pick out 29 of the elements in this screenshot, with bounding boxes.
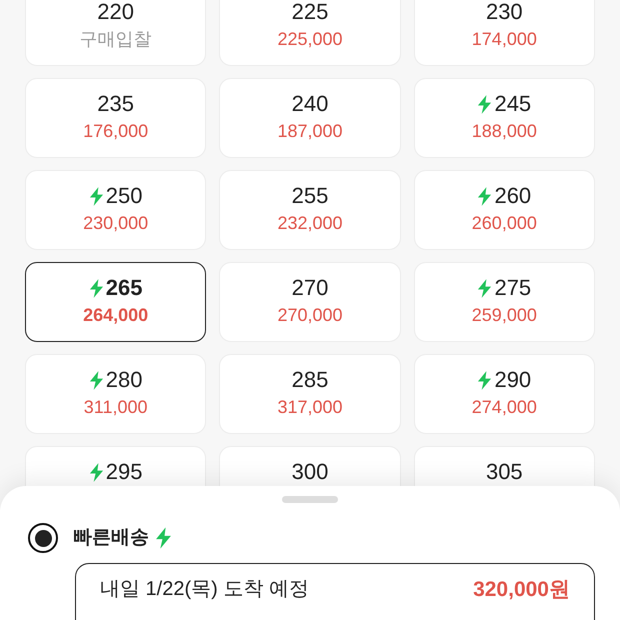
size-option[interactable]: 240 187,000: [219, 78, 401, 158]
delivery-option[interactable]: 내일 1/22(목) 도착 예정 320,000원: [75, 563, 595, 620]
delivery-price: 320,000원: [473, 577, 570, 603]
size-option[interactable]: 260 260,000: [414, 170, 595, 250]
size-option[interactable]: 270 270,000: [219, 262, 401, 342]
lightning-icon: [88, 278, 104, 298]
size-option[interactable]: 250 230,000: [25, 170, 206, 250]
lightning-icon: [88, 462, 104, 482]
size-option[interactable]: 265 264,000: [25, 262, 206, 342]
lightning-icon: [88, 370, 104, 390]
size-option[interactable]: 280 311,000: [25, 354, 206, 434]
lightning-icon: [477, 186, 492, 206]
size-option[interactable]: 290 274,000: [414, 354, 595, 434]
lightning-icon: [477, 278, 492, 298]
size-option[interactable]: 230 174,000: [414, 0, 595, 66]
lightning-icon: [88, 186, 104, 206]
lightning-icon: [477, 370, 492, 390]
size-option[interactable]: 225 225,000: [219, 0, 401, 66]
option-label: 빠른배송: [73, 526, 149, 550]
lightning-icon: [477, 94, 492, 114]
size-option[interactable]: 285 317,000: [219, 354, 401, 434]
size-option[interactable]: 235 176,000: [25, 78, 206, 158]
size-option[interactable]: 220 구매입찰: [25, 0, 206, 66]
size-option[interactable]: 275 259,000: [414, 262, 595, 342]
radio-button[interactable]: [28, 523, 58, 553]
size-option[interactable]: 245 188,000: [414, 78, 595, 158]
size-option[interactable]: 255 232,000: [219, 170, 401, 250]
drag-handle[interactable]: [282, 496, 338, 503]
delivery-date: 내일 1/22(목) 도착 예정: [100, 577, 309, 602]
